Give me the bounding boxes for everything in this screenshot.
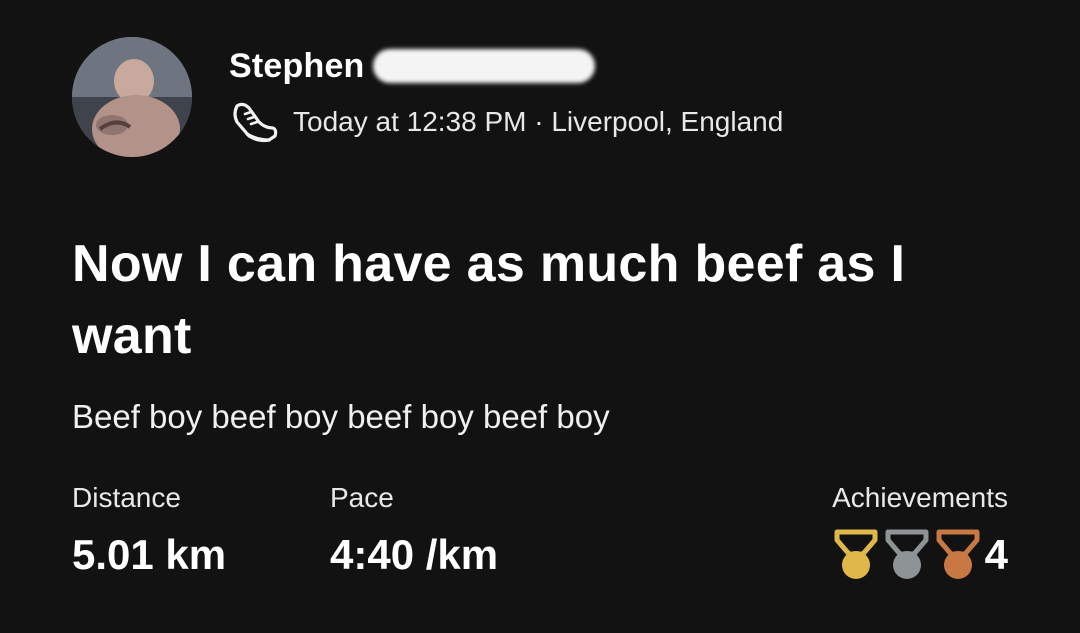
stat-distance-value: 5.01 km — [72, 531, 227, 578]
stat-pace-value: 4:40 /km — [330, 531, 499, 578]
stat-achievements[interactable]: Achievements 4 — [828, 480, 1008, 582]
stat-pace: Pace 4:40 /km — [330, 480, 498, 578]
activity-card[interactable]: Stephen Today at 12:38 PM · Liverpool, E… — [0, 0, 1080, 633]
stat-pace-label: Pace — [330, 482, 394, 513]
activity-date-location: Today at 12:38 PM · Liverpool, England — [293, 106, 784, 137]
stat-distance: Distance 5.01 km — [72, 480, 226, 578]
athlete-name-row: Stephen — [229, 44, 595, 88]
gold-medal-icon — [834, 529, 878, 579]
activity-title[interactable]: Now I can have as much beef as I want — [72, 228, 1032, 372]
redacted-surname — [372, 49, 595, 83]
bronze-medal-icon — [936, 529, 980, 579]
avatar[interactable] — [72, 37, 192, 157]
achievements-count: 4 — [984, 531, 1008, 578]
silver-medal-icon — [885, 529, 929, 579]
athlete-name[interactable]: Stephen — [229, 47, 365, 86]
stat-achievements-label: Achievements — [832, 482, 1008, 513]
activity-description: Beef boy beef boy beef boy beef boy — [72, 398, 610, 435]
stat-distance-label: Distance — [72, 482, 181, 513]
achievement-medals: 4 — [828, 528, 1008, 582]
running-shoe-icon — [233, 102, 278, 143]
activity-meta: Today at 12:38 PM · Liverpool, England — [229, 100, 783, 144]
